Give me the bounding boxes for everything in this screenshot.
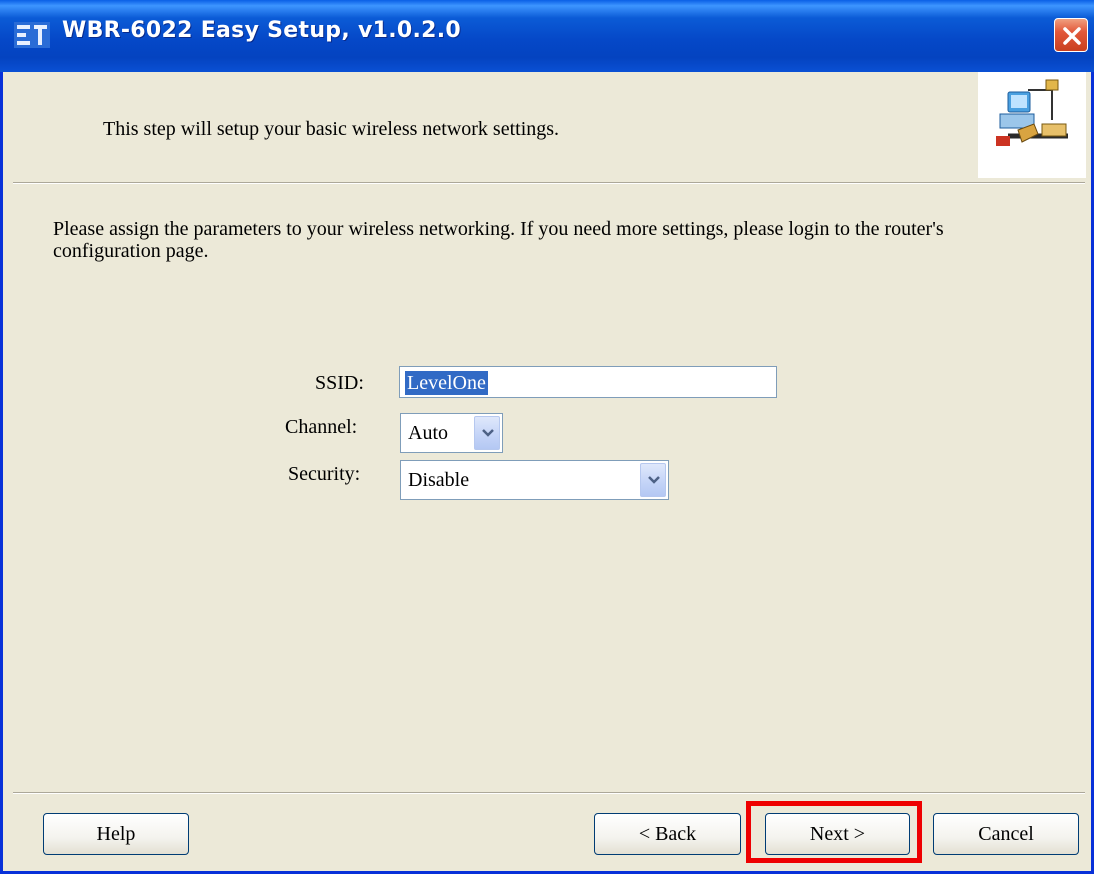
wizard-header: This step will setup your basic wireless… [3,72,1091,182]
header-separator [13,182,1085,184]
security-dropdown-button[interactable] [640,463,666,497]
next-button-highlight [746,801,922,863]
chevron-down-icon [482,429,494,437]
cancel-button[interactable]: Cancel [933,813,1079,855]
channel-select[interactable]: Auto [400,413,503,453]
security-label: Security: [288,463,361,485]
header-text: This step will setup your basic wireless… [103,118,560,140]
close-button[interactable] [1054,18,1088,52]
title-bar[interactable]: WBR-6022 Easy Setup, v1.0.2.0 [0,0,1094,72]
channel-dropdown-button[interactable] [474,416,500,450]
setup-window: WBR-6022 Easy Setup, v1.0.2.0 This step … [0,0,1094,874]
app-icon [14,22,50,48]
back-button[interactable]: < Back [594,813,741,855]
ssid-label: SSID: [315,372,364,394]
network-wizard-icon [978,72,1086,178]
ssid-value: LevelOne [405,371,488,395]
chevron-down-icon [648,476,660,484]
window-title: WBR-6022 Easy Setup, v1.0.2.0 [62,18,462,43]
security-select[interactable]: Disable [400,460,669,500]
ssid-input[interactable]: LevelOne [399,366,777,398]
close-icon [1063,27,1081,45]
security-value: Disable [408,469,470,491]
help-button[interactable]: Help [43,813,189,855]
channel-value: Auto [408,422,448,444]
channel-label: Channel: [285,416,358,438]
footer-separator [13,792,1085,794]
instructions-text: Please assign the parameters to your wir… [53,218,944,262]
